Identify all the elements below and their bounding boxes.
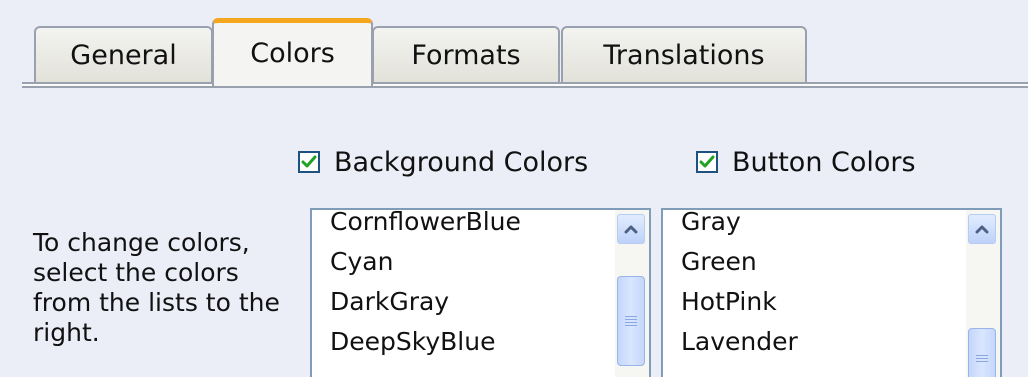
- background-list-scrollbar[interactable]: [615, 210, 649, 377]
- check-icon: [301, 155, 317, 168]
- background-colors-label: Background Colors: [334, 146, 589, 178]
- grip-icon: [976, 353, 988, 364]
- list-item[interactable]: DeepSkyBlue: [330, 322, 521, 362]
- list-item[interactable]: Lavender: [681, 322, 798, 362]
- background-colors-items: CornflowerBlue Cyan DarkGray DeepSkyBlue: [330, 210, 521, 362]
- button-list-scrollbar[interactable]: [966, 210, 1000, 377]
- scroll-up-button[interactable]: [617, 214, 645, 244]
- options-panel: General Colors Formats Translations Back…: [0, 0, 1028, 377]
- scroll-thumb[interactable]: [617, 276, 645, 366]
- button-colors-items: Gray Green HotPink Lavender: [681, 210, 798, 362]
- button-colors-label: Button Colors: [732, 146, 916, 178]
- background-colors-checkbox-row[interactable]: Background Colors: [298, 143, 588, 181]
- list-item[interactable]: Gray: [681, 210, 798, 242]
- list-item[interactable]: CornflowerBlue: [330, 210, 521, 242]
- help-text: To change colors, select the colors from…: [33, 228, 280, 347]
- list-item[interactable]: Green: [681, 242, 798, 282]
- tab-general[interactable]: General: [34, 26, 213, 84]
- list-item[interactable]: HotPink: [681, 282, 798, 322]
- scroll-thumb[interactable]: [968, 328, 996, 377]
- tab-translations[interactable]: Translations: [561, 26, 807, 84]
- background-colors-list[interactable]: CornflowerBlue Cyan DarkGray DeepSkyBlue: [310, 208, 651, 377]
- background-colors-checkbox[interactable]: [298, 151, 320, 173]
- button-colors-list[interactable]: Gray Green HotPink Lavender: [661, 208, 1002, 377]
- tab-formats[interactable]: Formats: [372, 26, 560, 84]
- grip-icon: [625, 314, 637, 328]
- scroll-up-button[interactable]: [968, 214, 996, 244]
- list-item[interactable]: Cyan: [330, 242, 521, 282]
- tab-strip-divider: [22, 82, 1028, 88]
- check-icon: [699, 155, 715, 168]
- button-colors-checkbox[interactable]: [696, 151, 718, 173]
- chevron-up-icon: [975, 225, 989, 234]
- tab-colors[interactable]: Colors: [212, 18, 373, 86]
- list-item[interactable]: DarkGray: [330, 282, 521, 322]
- button-colors-checkbox-row[interactable]: Button Colors: [696, 143, 916, 181]
- chevron-up-icon: [624, 225, 638, 234]
